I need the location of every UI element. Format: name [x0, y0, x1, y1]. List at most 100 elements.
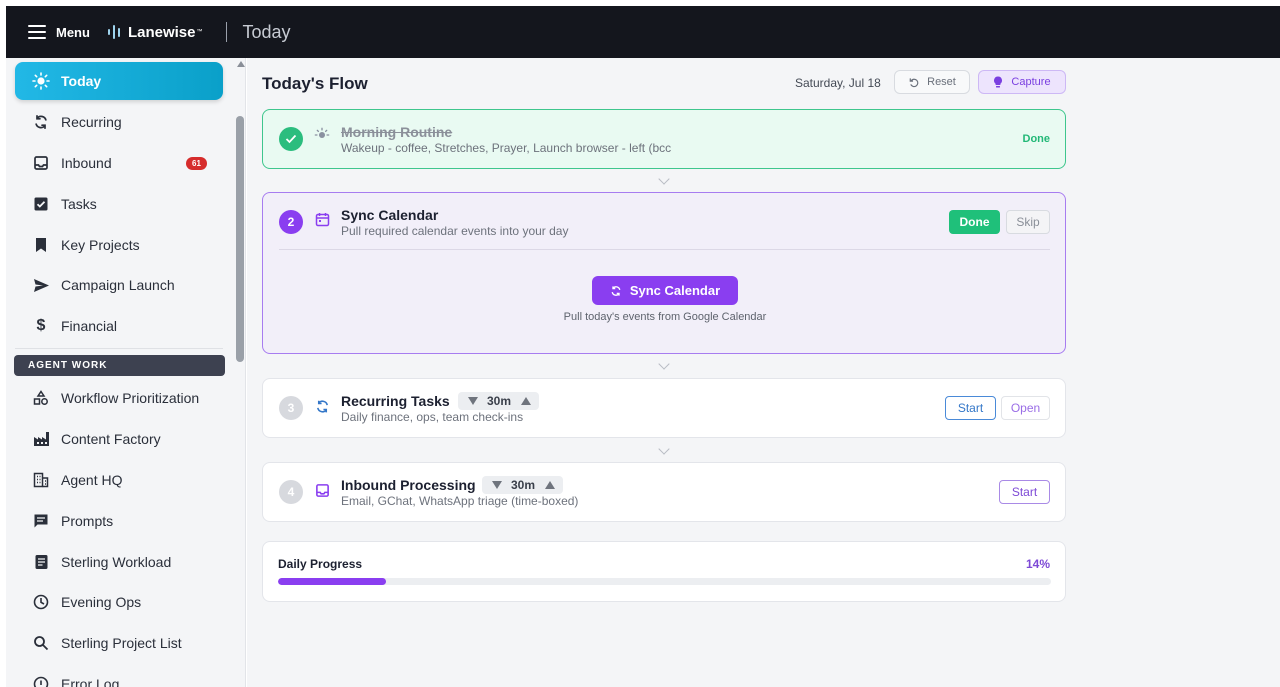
- sidebar: Today Recurring Inbound 61 Tasks Key Pro…: [6, 58, 246, 687]
- sidebar-item-label: Error Log: [61, 676, 120, 687]
- step-title: Morning Routine: [341, 124, 453, 140]
- skip-button[interactable]: Skip: [1006, 210, 1050, 234]
- step-card-sync-calendar: 2 Sync Calendar Pull required calendar e…: [262, 192, 1066, 354]
- scrollbar-thumb[interactable]: [236, 116, 244, 362]
- chat-icon: [31, 511, 51, 531]
- shapes-icon: [31, 388, 51, 408]
- progress-label: Daily Progress: [278, 557, 363, 571]
- sidebar-item-key-projects[interactable]: Key Projects: [15, 226, 223, 264]
- step-number-badge: 3: [279, 396, 303, 420]
- step-card-morning-routine[interactable]: Morning Routine Wakeup - coffee, Stretch…: [262, 109, 1066, 169]
- sync-calendar-button[interactable]: Sync Calendar: [592, 276, 738, 305]
- step-title: Recurring Tasks: [341, 393, 450, 409]
- sidebar-item-label: Campaign Launch: [61, 277, 175, 293]
- sidebar-item-label: Inbound: [61, 155, 112, 171]
- step-title: Inbound Processing: [341, 477, 476, 493]
- sidebar-item-label: Financial: [61, 318, 118, 334]
- inbox-icon: [314, 482, 330, 498]
- sidebar-divider: [15, 348, 223, 349]
- step-title: Sync Calendar: [341, 207, 439, 223]
- page-title: Today's Flow: [262, 74, 368, 93]
- step-complete-check-icon: [279, 127, 303, 151]
- building-icon: [31, 470, 51, 490]
- sidebar-item-label: Agent HQ: [61, 472, 123, 488]
- menu-button[interactable]: Menu: [28, 25, 90, 40]
- section-header-agent-work: AGENT WORK: [14, 355, 225, 376]
- sidebar-item-campaign-launch[interactable]: Campaign Launch: [15, 266, 223, 304]
- increase-duration-icon[interactable]: [545, 481, 556, 489]
- decrease-duration-icon[interactable]: [492, 481, 502, 489]
- refresh-icon: [314, 398, 330, 414]
- sync-calendar-label: Sync Calendar: [629, 283, 721, 298]
- sidebar-item-label: Workflow Prioritization: [61, 390, 200, 406]
- chevron-down-icon: [658, 173, 670, 185]
- sidebar-scrollbar[interactable]: [235, 58, 245, 687]
- progress-bar-fill: [278, 578, 387, 585]
- refresh-icon: [31, 112, 51, 132]
- title-divider: [226, 22, 228, 42]
- sidebar-item-label: Recurring: [61, 114, 122, 130]
- factory-icon: [31, 429, 51, 449]
- decrease-duration-icon[interactable]: [468, 397, 478, 405]
- sidebar-item-label: Evening Ops: [61, 594, 142, 610]
- sidebar-item-label: Content Factory: [61, 431, 161, 447]
- search-icon: [31, 633, 51, 653]
- capture-button[interactable]: Capture: [978, 70, 1066, 94]
- step-subtitle: Email, GChat, WhatsApp triage (time-boxe…: [341, 494, 579, 508]
- duration-stepper[interactable]: 30m: [458, 392, 540, 410]
- page-header-title: Today: [242, 21, 291, 42]
- daily-progress-card: Daily Progress 14%: [262, 541, 1066, 602]
- sidebar-item-today[interactable]: Today: [15, 62, 223, 100]
- sidebar-item-label: Today: [61, 73, 102, 89]
- main-content: Today's Flow Saturday, Jul 18 Reset Capt…: [247, 58, 1280, 687]
- sunrise-icon: [314, 127, 330, 143]
- clock-icon: [31, 592, 51, 612]
- sidebar-item-label: Tasks: [61, 196, 97, 212]
- brand-name: Lanewise: [127, 23, 196, 41]
- sidebar-item-financial[interactable]: $ Financial: [15, 307, 223, 345]
- lightbulb-icon: [994, 76, 1003, 88]
- start-button[interactable]: Start: [999, 480, 1050, 504]
- sidebar-item-tasks[interactable]: Tasks: [15, 185, 223, 223]
- sidebar-item-error-log[interactable]: Error Log: [15, 665, 223, 687]
- sidebar-item-sterling-workload[interactable]: Sterling Workload: [15, 543, 223, 581]
- send-icon: [31, 275, 51, 295]
- reset-button[interactable]: Reset: [894, 70, 970, 94]
- scroll-up-arrow-icon[interactable]: [237, 61, 245, 67]
- dollar-icon: $: [36, 317, 46, 334]
- step-subtitle: Daily finance, ops, team check-ins: [341, 410, 524, 424]
- sidebar-item-agent-hq[interactable]: Agent HQ: [15, 461, 223, 499]
- hamburger-icon: [28, 25, 46, 39]
- duration-value: 30m: [511, 478, 536, 492]
- mark-done-button[interactable]: Done: [949, 210, 1000, 234]
- step-card-recurring-tasks[interactable]: 3 Recurring Tasks 30m Daily finance, ops…: [262, 378, 1066, 438]
- trademark-mark: ™: [196, 29, 203, 35]
- sidebar-item-label: Sterling Project List: [61, 635, 182, 651]
- sun-icon: [31, 71, 51, 91]
- open-button[interactable]: Open: [1001, 396, 1050, 420]
- step-number-badge: 2: [279, 210, 303, 234]
- sync-description: Pull today's events from Google Calendar: [563, 311, 767, 323]
- document-icon: [31, 552, 51, 572]
- bookmark-icon: [31, 235, 51, 255]
- reset-icon: [909, 77, 919, 87]
- sidebar-item-prompts[interactable]: Prompts: [15, 502, 223, 540]
- step-subtitle: Pull required calendar events into your …: [341, 224, 569, 238]
- duration-stepper[interactable]: 30m: [482, 476, 564, 494]
- sidebar-item-content-factory[interactable]: Content Factory: [15, 420, 223, 458]
- duration-value: 30m: [487, 394, 512, 408]
- capture-label: Capture: [1011, 76, 1051, 88]
- sidebar-item-workflow-prioritization[interactable]: Workflow Prioritization: [15, 379, 223, 417]
- sync-icon: [611, 285, 621, 296]
- progress-percent: 14%: [1025, 557, 1050, 571]
- sidebar-item-sterling-project-list[interactable]: Sterling Project List: [15, 624, 223, 662]
- sidebar-item-evening-ops[interactable]: Evening Ops: [15, 583, 223, 621]
- brand-logo[interactable]: Lanewise ™: [107, 23, 203, 41]
- step-card-inbound-processing[interactable]: 4 Inbound Processing 30m Email, GChat, W…: [262, 462, 1066, 522]
- step-number-badge: 4: [279, 480, 303, 504]
- start-button[interactable]: Start: [945, 396, 996, 420]
- sidebar-item-recurring[interactable]: Recurring: [15, 103, 223, 141]
- sidebar-item-inbound[interactable]: Inbound 61: [15, 144, 223, 182]
- inbox-icon: [31, 153, 51, 173]
- increase-duration-icon[interactable]: [521, 397, 532, 405]
